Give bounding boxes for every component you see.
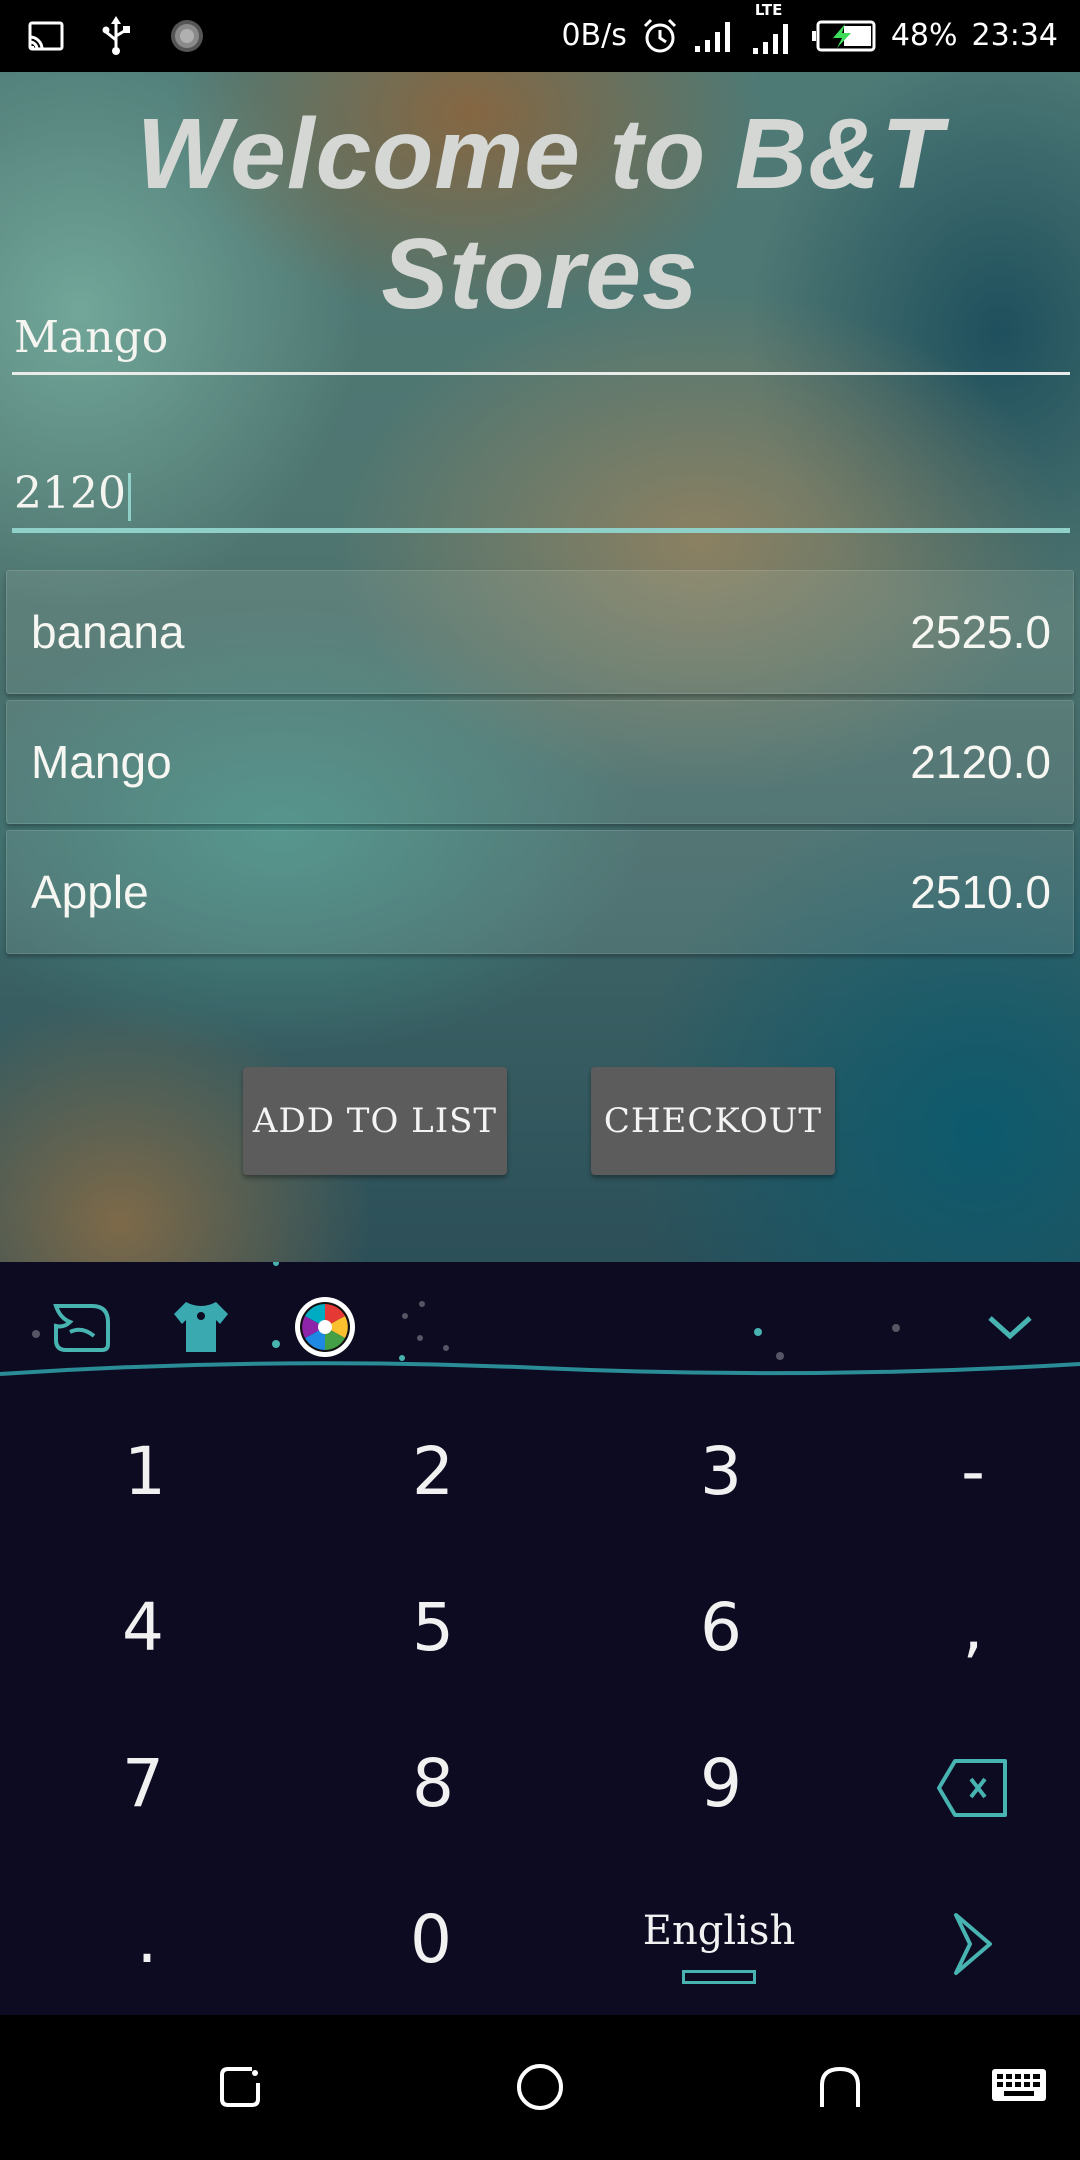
lte-signal: LTE [751, 1, 797, 58]
status-bar: 0B/s LTE 48% 23:34 [0, 0, 1080, 72]
recent-apps-icon[interactable] [812, 2059, 868, 2115]
checkout-button[interactable]: CHECKOUT [591, 1067, 835, 1175]
key-7[interactable]: 7 [8, 1706, 278, 1861]
item-list: banana 2525.0 Mango 2120.0 Apple 2510.0 [6, 570, 1074, 960]
key-0[interactable]: 0 [296, 1862, 566, 2015]
signal-icon [694, 22, 730, 52]
item-price-value: 2120 [14, 468, 126, 519]
language-key[interactable]: English [584, 1854, 854, 2009]
list-item[interactable]: Apple 2510.0 [6, 830, 1074, 954]
navigation-bar [0, 2015, 1080, 2160]
page-title: Welcome to B&T Stores [136, 98, 944, 330]
text-cursor [127, 472, 131, 521]
lte-signal-icon [752, 24, 788, 54]
home-icon[interactable] [512, 2059, 568, 2115]
key-5[interactable]: 5 [298, 1550, 568, 1705]
battery-level: 48% [890, 18, 958, 53]
list-item[interactable]: banana 2525.0 [6, 570, 1074, 694]
item-price: 2525.0 [910, 606, 1051, 658]
key-9[interactable]: 9 [586, 1706, 856, 1861]
item-price-input[interactable]: 2120 [12, 468, 1070, 533]
key-minus[interactable]: - [838, 1394, 1080, 1549]
list-item[interactable]: Mango 2120.0 [6, 700, 1074, 824]
key-grid: 1 2 3 - 4 5 6 , 7 8 9 . 0 English [0, 1394, 1080, 2015]
key-comma[interactable]: , [838, 1550, 1080, 1705]
back-icon[interactable] [212, 2059, 268, 2115]
key-3[interactable]: 3 [586, 1394, 856, 1549]
item-price: 2510.0 [910, 866, 1051, 918]
network-type: LTE [754, 1, 783, 19]
key-8[interactable]: 8 [298, 1706, 568, 1861]
key-6[interactable]: 6 [586, 1550, 856, 1705]
key-enter[interactable] [838, 1862, 1080, 2015]
add-to-list-button[interactable]: ADD TO LIST [243, 1067, 507, 1175]
language-indicator [682, 1970, 756, 1984]
numeric-keyboard: 1 2 3 - 4 5 6 , 7 8 9 . 0 English [0, 1262, 1080, 2015]
cast-icon [28, 21, 64, 51]
next-arrow-icon [954, 1912, 992, 1975]
item-name: banana [31, 606, 185, 658]
item-name-input[interactable]: Mango [12, 312, 1070, 375]
clock: 23:34 [971, 18, 1058, 53]
keyboard-switch-icon[interactable] [990, 2059, 1048, 2115]
item-name: Mango [31, 736, 172, 788]
key-1[interactable]: 1 [10, 1394, 280, 1549]
usb-icon [102, 16, 130, 55]
key-4[interactable]: 4 [8, 1550, 278, 1705]
item-price: 2120.0 [910, 736, 1051, 788]
backspace-icon [937, 1758, 1007, 1817]
net-speed: 0B/s [561, 18, 627, 53]
app-screen: Welcome to B&T Stores Mango 2120 banana … [0, 72, 1080, 1262]
key-period[interactable]: . [12, 1862, 282, 2015]
battery-icon [811, 20, 876, 52]
collapse-keyboard-icon[interactable] [980, 1302, 1040, 1352]
item-name-value: Mango [14, 312, 169, 363]
wave-decoration [0, 1361, 1080, 1376]
key-backspace[interactable] [838, 1706, 1080, 1861]
item-name: Apple [31, 866, 149, 918]
alarm-icon [643, 18, 676, 53]
key-2[interactable]: 2 [298, 1394, 568, 1549]
loading-icon [171, 20, 203, 52]
